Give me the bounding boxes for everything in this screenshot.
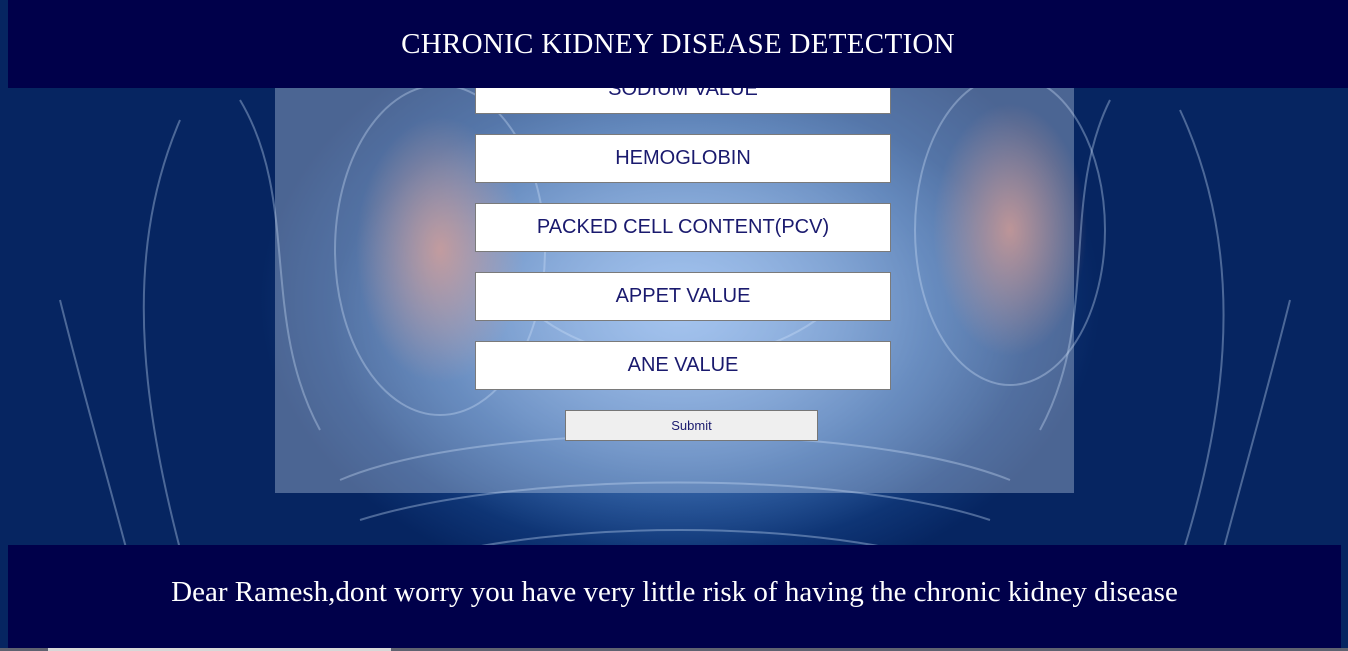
page-header-overlay: CHRONIC KIDNEY DISEASE DETECTION <box>8 0 1348 88</box>
result-banner: Dear Ramesh,dont worry you have very lit… <box>8 545 1341 648</box>
packed-cell-content-input[interactable] <box>475 203 891 252</box>
ane-value-input[interactable] <box>475 341 891 390</box>
submit-button[interactable]: Submit <box>565 410 818 441</box>
hemoglobin-input[interactable] <box>475 134 891 183</box>
result-message: Dear Ramesh,dont worry you have very lit… <box>171 576 1178 608</box>
page-title-overlay: CHRONIC KIDNEY DISEASE DETECTION <box>401 27 955 60</box>
appet-value-input[interactable] <box>475 272 891 321</box>
